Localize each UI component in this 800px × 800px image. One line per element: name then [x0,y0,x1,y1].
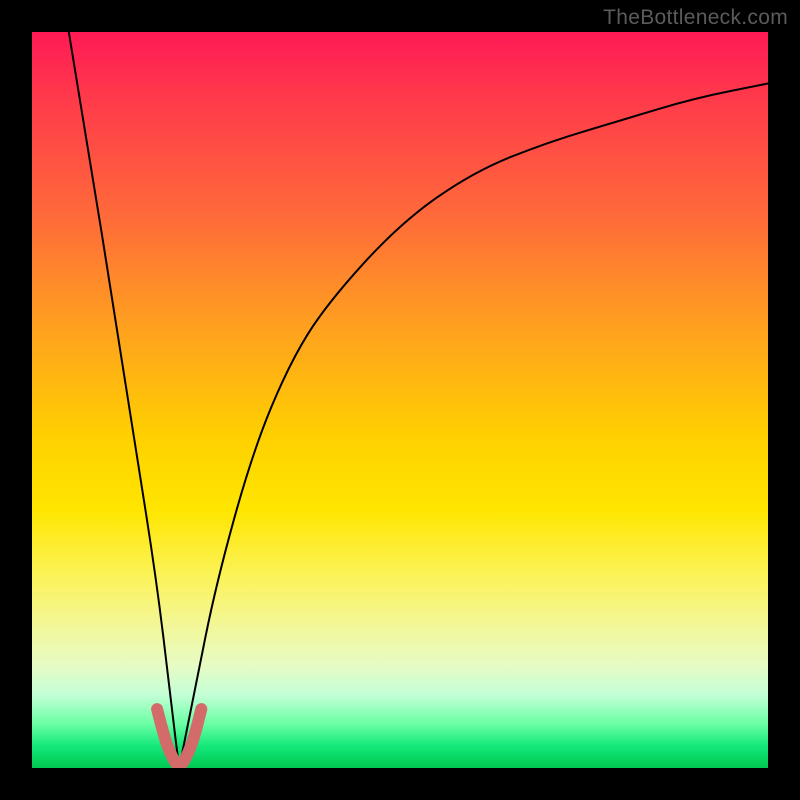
valley-highlight [157,709,201,765]
bottleneck-curve [69,32,768,768]
watermark-text: TheBottleneck.com [603,6,788,30]
curve-layer [32,32,768,768]
chart-container: TheBottleneck.com [0,0,800,800]
plot-area [32,32,768,768]
